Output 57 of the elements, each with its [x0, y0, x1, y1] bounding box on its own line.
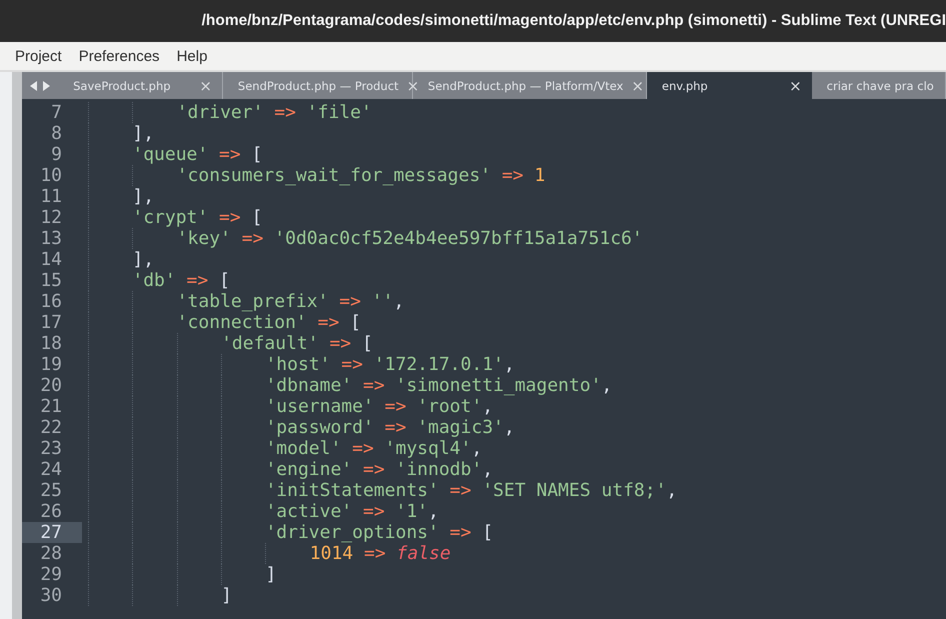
line-number: 30 [39, 585, 63, 606]
window-title: /home/bnz/Pentagrama/codes/simonetti/magento/app/etc/env.php (simonetti) - Sublime Text (UNREGI [202, 12, 946, 30]
line-number: 23 [39, 438, 63, 459]
code-line: 'connection' => [ [82, 312, 361, 333]
code-line: 'initStatements' => 'SET NAMES utf8;', [82, 480, 678, 501]
code-line: ] [82, 564, 276, 585]
line-number: 13 [39, 228, 63, 249]
code-line: ] [82, 585, 232, 606]
line-number: 29 [39, 564, 63, 585]
code-line: 'crypt' => [ [82, 207, 262, 228]
line-number: 18 [39, 333, 63, 354]
code-line: 'driver' => 'file' [82, 102, 372, 123]
code-line: 'queue' => [ [82, 144, 262, 165]
code-line: 'key' => '0d0ac0cf52e4b4ee597bff15a1a751c6' [82, 228, 643, 249]
line-number: 27 [22, 522, 82, 543]
line-number: 25 [39, 480, 63, 501]
close-icon[interactable]: × [199, 76, 212, 94]
menu-item[interactable]: Help [176, 48, 208, 64]
tab-scroll-arrows-icon[interactable] [30, 80, 50, 90]
code-line: 'host' => '172.17.0.1', [82, 354, 515, 375]
line-number: 10 [39, 165, 63, 186]
code-line: 'table_prefix' => '', [82, 291, 404, 312]
line-number: 24 [39, 459, 63, 480]
code-line: 1014 => false [82, 543, 451, 564]
code-line: 'password' => 'magic3', [82, 417, 515, 438]
close-icon[interactable]: × [631, 76, 644, 94]
code-line: 'model' => 'mysql4', [82, 438, 482, 459]
line-number: 17 [39, 312, 63, 333]
code-line: ], [82, 186, 154, 207]
line-number: 7 [50, 102, 63, 123]
line-number: 19 [39, 354, 63, 375]
code-line: 'active' => '1', [82, 501, 439, 522]
code-line: 'dbname' => 'simonetti_magento', [82, 375, 612, 396]
code-line: 'username' => 'root', [82, 396, 494, 417]
menu-item[interactable]: Project [15, 48, 62, 64]
tab[interactable]: env.php × [646, 72, 812, 99]
line-number: 11 [39, 186, 63, 207]
code-line: 'consumers_wait_for_messages' => 1 [82, 165, 546, 186]
line-number: 9 [50, 144, 63, 165]
code-line: 'default' => [ [82, 333, 373, 354]
line-number: 26 [39, 501, 63, 522]
line-number: 12 [39, 207, 63, 228]
code-line: 'engine' => 'innodb', [82, 459, 494, 480]
menu-item[interactable]: Preferences [78, 48, 160, 64]
line-number: 14 [39, 249, 63, 270]
code-line: ], [82, 249, 154, 270]
line-number: 20 [39, 375, 63, 396]
line-number: 15 [39, 270, 63, 291]
code-line: 'driver_options' => [ [82, 522, 494, 543]
code-line: 'db' => [ [82, 270, 230, 291]
close-icon[interactable]: × [789, 76, 802, 94]
line-number: 8 [50, 123, 63, 144]
code-line: ], [82, 123, 154, 144]
line-number: 28 [39, 543, 63, 564]
line-number: 22 [39, 417, 63, 438]
line-number: 21 [39, 396, 63, 417]
line-number: 16 [39, 291, 63, 312]
